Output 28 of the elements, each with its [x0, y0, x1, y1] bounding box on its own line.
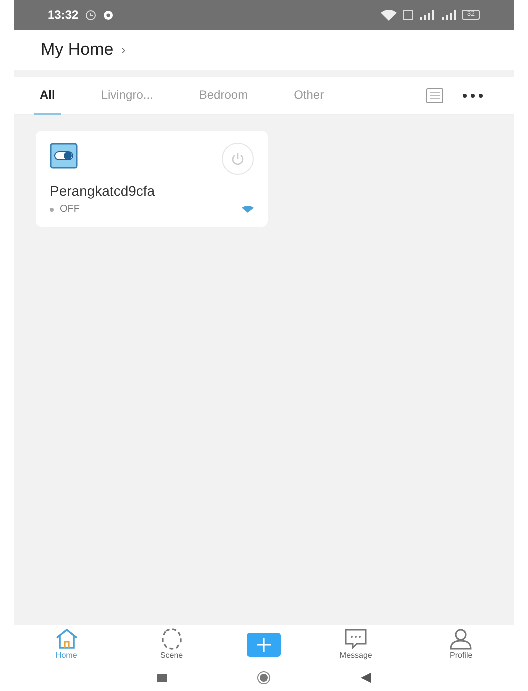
- status-time: 13:32: [48, 7, 79, 24]
- gear-icon: [102, 10, 114, 20]
- wifi-icon: [242, 206, 254, 213]
- signal-icon: [442, 10, 456, 20]
- home-title[interactable]: My Home: [41, 37, 114, 63]
- home-icon: [54, 628, 79, 650]
- device-card[interactable]: Perangkatcd9cfa OFF: [36, 131, 268, 227]
- dashed-frame-icon: [160, 628, 184, 650]
- nav-tab[interactable]: Scene: [142, 628, 202, 662]
- power-icon: [231, 152, 245, 166]
- signal-icon: [420, 10, 436, 20]
- nav-tab[interactable]: Message: [326, 628, 386, 662]
- device-status: OFF: [60, 203, 80, 217]
- chat-icon: [344, 628, 368, 650]
- switch-device-icon: [50, 143, 78, 169]
- device-name: Perangkatcd9cfa: [50, 182, 156, 201]
- home-circle-icon[interactable]: [257, 671, 271, 685]
- person-icon: [449, 628, 474, 650]
- plus-icon: [256, 638, 271, 652]
- list-icon[interactable]: [426, 88, 444, 104]
- more-icon[interactable]: [462, 92, 484, 98]
- wifi-icon: [381, 10, 398, 20]
- nav-tab[interactable]: Profile: [431, 628, 492, 662]
- add-button[interactable]: [246, 633, 281, 657]
- back-icon[interactable]: [361, 673, 371, 683]
- power-button[interactable]: [222, 143, 254, 175]
- chevron-icon[interactable]: ›: [122, 41, 126, 59]
- alarm-icon: [84, 9, 97, 21]
